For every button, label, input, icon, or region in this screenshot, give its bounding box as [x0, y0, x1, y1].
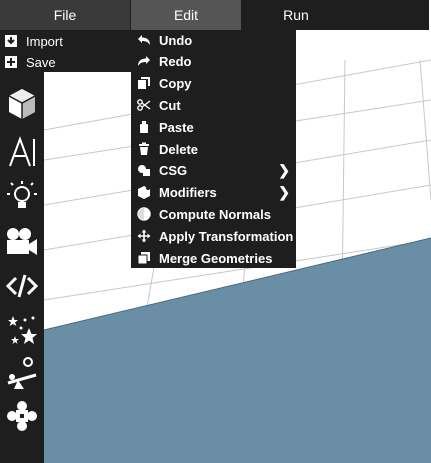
tab-edit[interactable]: Edit: [131, 0, 241, 30]
chevron-right-icon: ❯: [278, 162, 290, 178]
csg-label: CSG: [159, 162, 188, 178]
compute-normals-label: Compute Normals: [159, 206, 271, 222]
modifiers-label: Modifiers: [159, 184, 217, 200]
tool-script[interactable]: [4, 268, 40, 304]
gamepad-icon: [7, 401, 37, 431]
merge-geometries-menu-item[interactable]: Merge Geometries: [131, 248, 296, 268]
import-label: Import: [26, 33, 63, 49]
file-menu: Import Save: [0, 30, 131, 72]
cube-icon: [8, 89, 36, 119]
apply-transformation-label: Apply Transformation: [159, 228, 294, 244]
redo-menu-item[interactable]: Redo: [131, 51, 296, 71]
half-circle-icon: [137, 207, 151, 221]
lightbulb-icon: [7, 181, 37, 208]
paste-menu-item[interactable]: Paste: [131, 117, 296, 137]
tab-run[interactable]: Run: [241, 0, 351, 30]
compute-normals-menu-item[interactable]: Compute Normals: [131, 204, 296, 224]
modifiers-menu-item[interactable]: Modifiers ❯: [131, 182, 296, 202]
tool-text[interactable]: [4, 134, 40, 170]
tool-particles[interactable]: [4, 312, 40, 348]
undo-menu-item[interactable]: Undo: [131, 30, 296, 50]
chevron-right-icon: ❯: [278, 184, 290, 200]
particles-icon: [8, 316, 37, 344]
tool-gamepad[interactable]: [4, 398, 40, 434]
tool-cube[interactable]: [4, 86, 40, 122]
copy-menu-item[interactable]: Copy: [131, 73, 296, 93]
copy-icon: [138, 77, 150, 89]
import-icon: [5, 35, 17, 47]
save-label: Save: [26, 54, 56, 70]
undo-icon: [138, 35, 150, 45]
merge-icon: [137, 252, 150, 265]
edit-menu: Undo Redo Copy Cut Paste Delete CSG ❯ Mo…: [131, 30, 296, 268]
scissors-icon: [137, 99, 151, 111]
csg-icon: [138, 165, 150, 176]
delete-label: Delete: [159, 141, 199, 157]
tool-camera[interactable]: [4, 224, 40, 260]
merge-geometries-label: Merge Geometries: [159, 250, 273, 266]
camera-icon: [7, 228, 37, 255]
csg-menu-item[interactable]: CSG ❯: [131, 160, 296, 180]
redo-label: Redo: [159, 53, 192, 69]
menu-bar: File Edit Run: [0, 0, 431, 30]
apply-transformation-menu-item[interactable]: Apply Transformation: [131, 226, 296, 246]
move-arrows-icon: [137, 229, 151, 243]
import-menu-item[interactable]: Import: [4, 31, 63, 51]
delete-menu-item[interactable]: Delete: [131, 139, 296, 159]
paste-label: Paste: [159, 119, 194, 135]
text-icon: [9, 136, 35, 167]
redo-icon: [138, 56, 150, 66]
tab-file[interactable]: File: [0, 0, 130, 30]
copy-label: Copy: [159, 75, 192, 91]
cut-label: Cut: [159, 97, 181, 113]
tool-sidebar: [0, 72, 44, 463]
physics-icon: [7, 357, 37, 389]
save-icon: [5, 56, 17, 68]
save-menu-item[interactable]: Save: [4, 52, 56, 72]
modifiers-icon: [138, 186, 150, 199]
trash-icon: [139, 142, 149, 155]
tool-physics[interactable]: [4, 356, 40, 392]
cut-menu-item[interactable]: Cut: [131, 95, 296, 115]
paste-icon: [140, 121, 148, 133]
undo-label: Undo: [159, 32, 193, 48]
code-icon: [6, 274, 38, 298]
tool-light[interactable]: [4, 178, 40, 214]
